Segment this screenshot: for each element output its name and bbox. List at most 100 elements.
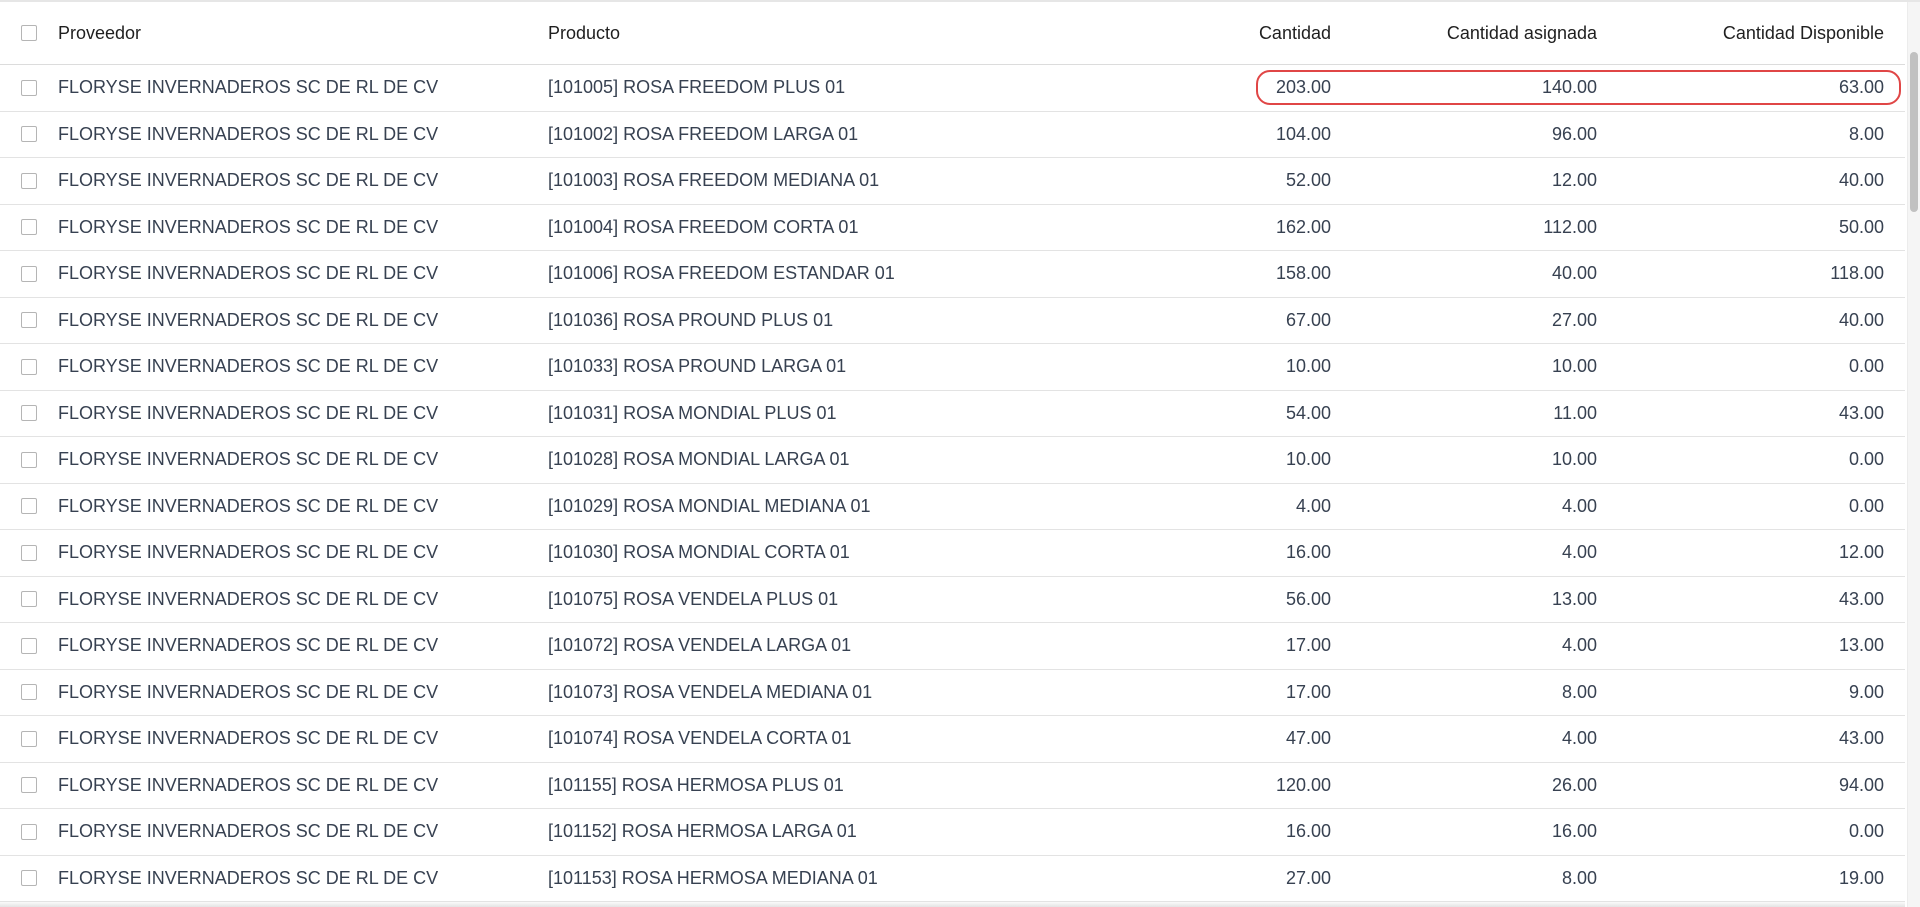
- table-row[interactable]: FLORYSE INVERNADEROS SC DE RL DE CV [1010…: [0, 158, 1905, 205]
- table-row[interactable]: FLORYSE INVERNADEROS SC DE RL DE CV [1010…: [0, 484, 1905, 530]
- cell-cantidad-disponible: 13.00: [1838, 635, 1884, 656]
- cell-proveedor: FLORYSE INVERNADEROS SC DE RL DE CV: [58, 542, 439, 563]
- cell-proveedor: FLORYSE INVERNADEROS SC DE RL DE CV: [58, 216, 439, 237]
- cell-producto: [101029] ROSA MONDIAL MEDIANA 01: [548, 495, 871, 516]
- row-select-checkbox[interactable]: [21, 126, 37, 143]
- cell-cantidad-asignada: 140.00: [1541, 77, 1597, 98]
- cell-cantidad-asignada: 112.00: [1543, 216, 1597, 237]
- cell-cantidad-disponible: 40.00: [1838, 309, 1884, 330]
- cell-proveedor: FLORYSE INVERNADEROS SC DE RL DE CV: [58, 588, 439, 609]
- column-header-cantidad[interactable]: Cantidad: [1140, 2, 1331, 64]
- scrollbar-thumb[interactable]: [1910, 52, 1918, 212]
- row-select-checkbox[interactable]: [21, 591, 37, 608]
- cell-cantidad-asignada: 96.00: [1551, 123, 1597, 144]
- row-select-cell: [21, 158, 39, 204]
- row-select-cell: [21, 391, 39, 437]
- cell-cantidad: 158.00: [1275, 263, 1331, 284]
- header-select-all-cell: [21, 2, 39, 64]
- row-select-checkbox[interactable]: [21, 451, 37, 468]
- row-select-cell: [21, 623, 39, 669]
- table-row[interactable]: FLORYSE INVERNADEROS SC DE RL DE CV [1010…: [0, 112, 1905, 158]
- cell-cantidad: 4.00: [1295, 495, 1331, 516]
- row-select-checkbox[interactable]: [21, 265, 37, 282]
- cell-cantidad-asignada: 40.00: [1551, 263, 1597, 284]
- table-row[interactable]: FLORYSE INVERNADEROS SC DE RL DE CV [1010…: [0, 623, 1905, 670]
- cell-producto: [101002] ROSA FREEDOM LARGA 01: [548, 123, 859, 144]
- table-row[interactable]: FLORYSE INVERNADEROS SC DE RL DE CV [1010…: [0, 205, 1905, 251]
- row-select-cell: [21, 251, 39, 297]
- table-row[interactable]: FLORYSE INVERNADEROS SC DE RL DE CV [1010…: [0, 530, 1905, 577]
- table-row[interactable]: FLORYSE INVERNADEROS SC DE RL DE CV [1010…: [0, 298, 1905, 344]
- table-row[interactable]: FLORYSE INVERNADEROS SC DE RL DE CV [1010…: [0, 251, 1905, 298]
- cell-cantidad-asignada: 10.00: [1551, 356, 1597, 377]
- table-row[interactable]: FLORYSE INVERNADEROS SC DE RL DE CV [1010…: [0, 391, 1905, 437]
- cell-cantidad: 56.00: [1285, 588, 1331, 609]
- row-select-checkbox[interactable]: [21, 312, 37, 329]
- table-row[interactable]: FLORYSE INVERNADEROS SC DE RL DE CV [1010…: [0, 670, 1905, 716]
- row-select-cell: [21, 716, 39, 762]
- cell-producto: [101155] ROSA HERMOSA PLUS 01: [548, 774, 844, 795]
- cell-cantidad-asignada: 11.00: [1553, 402, 1597, 423]
- row-select-checkbox[interactable]: [21, 544, 37, 561]
- table-header-row: Proveedor Producto Cantidad Cantidad asi…: [0, 2, 1905, 65]
- cell-producto: [101036] ROSA PROUND PLUS 01: [548, 309, 834, 330]
- cell-cantidad-asignada: 4.00: [1561, 635, 1597, 656]
- cell-cantidad: 120.00: [1275, 774, 1331, 795]
- cell-producto: [101031] ROSA MONDIAL PLUS 01: [548, 402, 837, 423]
- cell-cantidad-asignada: 13.00: [1551, 588, 1597, 609]
- cell-cantidad: 27.00: [1285, 867, 1331, 888]
- cell-producto: [101074] ROSA VENDELA CORTA 01: [548, 728, 852, 749]
- cell-cantidad-asignada: 8.00: [1561, 681, 1597, 702]
- row-select-checkbox[interactable]: [21, 79, 37, 96]
- cell-producto: [101072] ROSA VENDELA LARGA 01: [548, 635, 852, 656]
- cell-proveedor: FLORYSE INVERNADEROS SC DE RL DE CV: [58, 170, 439, 191]
- row-select-checkbox[interactable]: [21, 684, 37, 701]
- table-row[interactable]: FLORYSE INVERNADEROS SC DE RL DE CV [1011…: [0, 856, 1905, 902]
- vertical-scrollbar[interactable]: [1907, 2, 1920, 907]
- row-select-checkbox[interactable]: [21, 498, 37, 515]
- cell-cantidad-disponible: 94.00: [1838, 774, 1884, 795]
- bottom-edge: [0, 901, 1905, 907]
- cell-proveedor: FLORYSE INVERNADEROS SC DE RL DE CV: [58, 263, 439, 284]
- cell-cantidad: 10.00: [1285, 449, 1331, 470]
- cell-producto: [101006] ROSA FREEDOM ESTANDAR 01: [548, 263, 895, 284]
- table-row[interactable]: FLORYSE INVERNADEROS SC DE RL DE CV [1010…: [0, 344, 1905, 391]
- cell-producto: [101030] ROSA MONDIAL CORTA 01: [548, 542, 850, 563]
- cell-producto: [101153] ROSA HERMOSA MEDIANA 01: [548, 867, 878, 888]
- table-row[interactable]: FLORYSE INVERNADEROS SC DE RL DE CV [1010…: [0, 65, 1905, 112]
- cell-producto: [101152] ROSA HERMOSA LARGA 01: [548, 821, 857, 842]
- select-all-checkbox[interactable]: [21, 25, 37, 41]
- cell-cantidad-asignada: 4.00: [1561, 728, 1597, 749]
- row-select-checkbox[interactable]: [21, 823, 37, 840]
- row-select-cell: [21, 112, 39, 158]
- cell-cantidad-disponible: 0.00: [1848, 821, 1884, 842]
- column-header-proveedor[interactable]: Proveedor: [58, 2, 538, 64]
- row-select-cell: [21, 437, 39, 483]
- row-select-checkbox[interactable]: [21, 870, 37, 887]
- row-select-checkbox[interactable]: [21, 405, 37, 422]
- table-row[interactable]: FLORYSE INVERNADEROS SC DE RL DE CV [1011…: [0, 763, 1905, 809]
- cell-cantidad-disponible: 50.00: [1838, 216, 1884, 237]
- cell-cantidad: 17.00: [1285, 635, 1331, 656]
- table-row[interactable]: FLORYSE INVERNADEROS SC DE RL DE CV [1010…: [0, 577, 1905, 623]
- row-select-checkbox[interactable]: [21, 730, 37, 747]
- row-select-checkbox[interactable]: [21, 777, 37, 794]
- cell-cantidad-disponible: 40.00: [1838, 170, 1884, 191]
- cell-producto: [101028] ROSA MONDIAL LARGA 01: [548, 449, 850, 470]
- cell-cantidad-asignada: 12.00: [1551, 170, 1597, 191]
- row-select-checkbox[interactable]: [21, 637, 37, 654]
- column-header-producto[interactable]: Producto: [548, 2, 1108, 64]
- cell-cantidad: 162.00: [1275, 216, 1331, 237]
- table-row[interactable]: FLORYSE INVERNADEROS SC DE RL DE CV [1011…: [0, 809, 1905, 856]
- column-header-cantidad-disponible[interactable]: Cantidad Disponible: [1620, 2, 1884, 64]
- column-header-cantidad-asignada[interactable]: Cantidad asignada: [1340, 2, 1597, 64]
- table-row[interactable]: FLORYSE INVERNADEROS SC DE RL DE CV [1010…: [0, 716, 1905, 763]
- table-row[interactable]: FLORYSE INVERNADEROS SC DE RL DE CV [1010…: [0, 437, 1905, 484]
- row-select-checkbox[interactable]: [21, 358, 37, 375]
- row-select-checkbox[interactable]: [21, 219, 37, 236]
- cell-cantidad-disponible: 0.00: [1848, 495, 1884, 516]
- cell-proveedor: FLORYSE INVERNADEROS SC DE RL DE CV: [58, 867, 439, 888]
- row-select-checkbox[interactable]: [21, 172, 37, 189]
- cell-cantidad: 52.00: [1285, 170, 1331, 191]
- cell-proveedor: FLORYSE INVERNADEROS SC DE RL DE CV: [58, 774, 439, 795]
